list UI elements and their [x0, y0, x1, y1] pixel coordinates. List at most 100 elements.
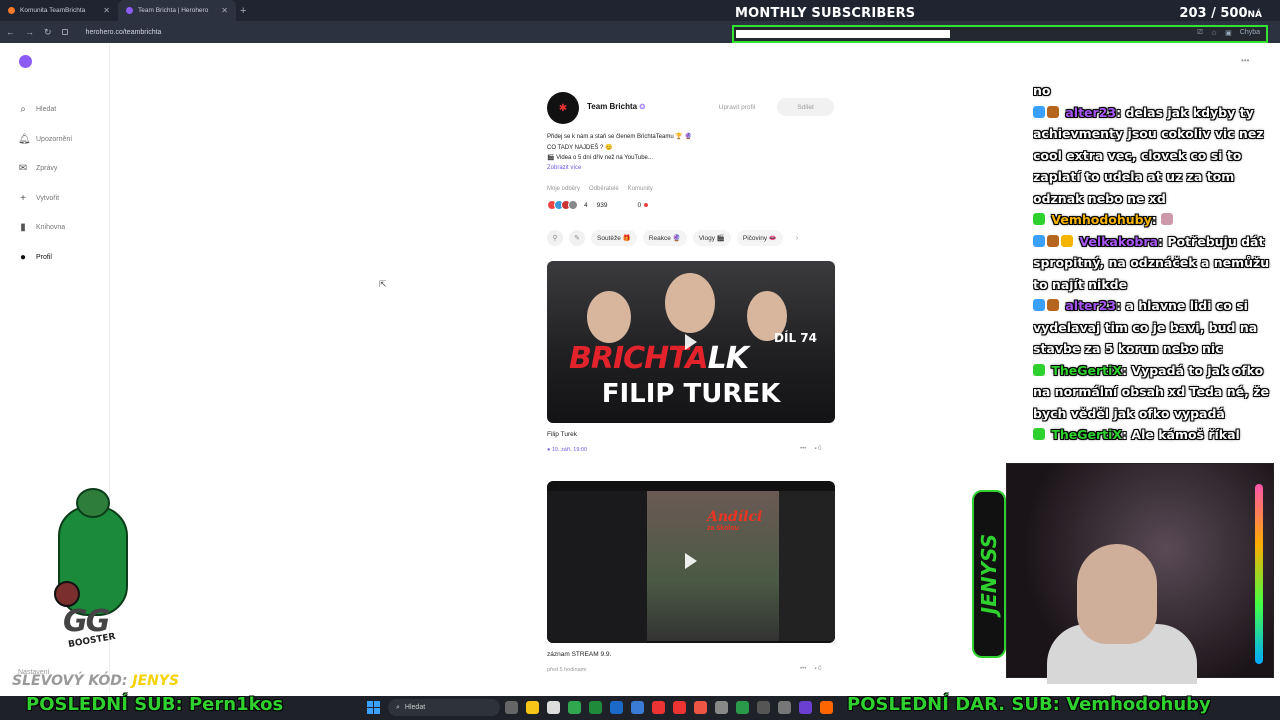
- post-date: před 5 hodinami: [547, 667, 587, 673]
- app-icon[interactable]: [799, 701, 812, 714]
- new-tab-icon[interactable]: +: [240, 5, 246, 17]
- post-thumbnail[interactable]: BRICHTALK DÍL 74 FILIP TUREK: [547, 261, 835, 423]
- star-icon[interactable]: ☆: [1211, 29, 1217, 37]
- avatar[interactable]: ✱: [547, 92, 579, 124]
- sidebar-item-search[interactable]: ⌕ Hledat: [18, 95, 72, 125]
- subscriber-progress-fill: [736, 30, 950, 38]
- profile-name: Team Brichta ✪: [587, 102, 646, 111]
- tag-souteze[interactable]: Soutěže 🎁: [591, 230, 637, 246]
- thumbnail-subtitle: za školou: [707, 525, 739, 532]
- store-icon[interactable]: [547, 701, 560, 714]
- back-icon[interactable]: ←: [6, 27, 15, 37]
- opera-icon[interactable]: [652, 701, 665, 714]
- badge-icon: [1033, 428, 1045, 440]
- mouse-cursor-icon: ⇱: [379, 279, 387, 289]
- more-options-icon[interactable]: •••: [800, 446, 806, 452]
- sidebar-item-library[interactable]: ▮ Knihovna: [18, 213, 72, 243]
- bell-icon: 🔔︎: [18, 133, 31, 145]
- app-icon[interactable]: [757, 701, 770, 714]
- sidebar-item-profile[interactable]: ● Profil: [18, 243, 72, 273]
- windows-start-icon[interactable]: [367, 701, 380, 714]
- chat-username: Vemhodohuby: [1051, 212, 1152, 227]
- taskbar-search[interactable]: ⌕ Hledat: [388, 699, 500, 716]
- stats-values: 4 939 0: [547, 200, 649, 210]
- comment-icon[interactable]: ▪ 0: [814, 666, 821, 672]
- chat-text: :: [1151, 212, 1157, 227]
- bookmark-icon: ▮: [20, 222, 26, 234]
- episode-label: DÍL 74: [774, 331, 817, 345]
- forward-icon[interactable]: →: [25, 27, 34, 37]
- person-face: [587, 291, 631, 343]
- excel-icon[interactable]: [589, 701, 602, 714]
- app-icon[interactable]: [694, 701, 707, 714]
- extension-icon[interactable]: ▣: [1225, 29, 1232, 37]
- app-icon[interactable]: [715, 701, 728, 714]
- chrome-icon[interactable]: [568, 701, 581, 714]
- reload-icon[interactable]: ↻: [44, 27, 52, 38]
- task-view-icon[interactable]: [505, 701, 518, 714]
- browser-tab-komunita[interactable]: Komunita TeamBrichta ✕: [0, 0, 118, 21]
- favicon-icon: [126, 7, 133, 14]
- url-field[interactable]: herohero.co/teambrichta: [86, 29, 162, 36]
- sidebar-item-create[interactable]: + Vytvořit: [18, 184, 72, 214]
- chat-username: Velkakobra: [1079, 233, 1158, 249]
- edit-profile-button[interactable]: Upravit profil: [703, 98, 771, 116]
- app-icon[interactable]: [736, 701, 749, 714]
- stat-label-subscriptions[interactable]: Moje odběry: [547, 186, 580, 192]
- sidebar-item-label: Profil: [36, 253, 52, 261]
- badge-icon: [1033, 363, 1045, 376]
- post-thumbnail[interactable]: Andílci za školou: [547, 481, 835, 643]
- taskbar-apps: [505, 701, 833, 714]
- edit-icon[interactable]: ✎: [569, 230, 585, 246]
- subscriptions-count: 4: [584, 201, 588, 209]
- share-button[interactable]: Sdílet: [777, 98, 834, 116]
- sidebar-item-notifications[interactable]: 🔔︎ Upozornění: [18, 125, 72, 155]
- play-icon[interactable]: [685, 334, 697, 350]
- close-tab-icon[interactable]: ✕: [221, 6, 228, 15]
- post-actions: ••• ▪ 0: [800, 446, 821, 452]
- chat-username: TheGertiX: [1051, 362, 1123, 378]
- app-icon[interactable]: [820, 701, 833, 714]
- post-date: ● 10. září, 19:00: [547, 447, 588, 453]
- file-explorer-icon[interactable]: [526, 701, 539, 714]
- sidebar-item-label: Zprávy: [36, 165, 58, 173]
- screenshot-panel: [779, 491, 835, 641]
- error-label[interactable]: Chyba: [1240, 29, 1260, 37]
- filter-icon[interactable]: ⚲: [547, 230, 563, 246]
- browser-tab-team-brichta[interactable]: Team Brichta | Herohero ✕: [118, 0, 236, 21]
- post-title[interactable]: záznam STREAM 9.9.: [547, 651, 611, 658]
- close-tab-icon[interactable]: ✕: [103, 6, 110, 15]
- stat-label-followers[interactable]: Odběratelé: [589, 186, 619, 192]
- last-sub-ticker: POSLEDNÍ SUB: Pern1kos: [26, 694, 284, 715]
- streamer-face: [1077, 544, 1157, 644]
- site-info-icon[interactable]: [61, 29, 68, 35]
- steam-icon[interactable]: [610, 701, 623, 714]
- tag-reakce[interactable]: Reakce 🔮: [642, 230, 687, 246]
- app-icon[interactable]: [778, 701, 791, 714]
- tag-picoviny[interactable]: Pičoviny 👄: [736, 230, 783, 246]
- bio-line: Přidej se k nám a staň se členem Brichta…: [547, 134, 692, 140]
- badge-icon: [1047, 299, 1059, 311]
- badge-icon: [1061, 234, 1073, 247]
- post-title[interactable]: Filip Turek: [547, 431, 577, 438]
- tag-vlogy[interactable]: Vlogy 🎬: [692, 230, 731, 246]
- sidebar-item-messages[interactable]: ✉ Zprávy: [18, 154, 72, 184]
- cast-icon[interactable]: ⎚: [1197, 29, 1203, 37]
- more-options-icon[interactable]: •••: [800, 666, 806, 672]
- status-dot-icon: [644, 203, 649, 207]
- edge-icon[interactable]: [631, 701, 644, 714]
- play-icon[interactable]: [685, 553, 697, 569]
- stat-label-communities[interactable]: Komunity: [628, 186, 653, 192]
- more-options-icon[interactable]: •••: [1241, 56, 1249, 65]
- show-more-link[interactable]: Zobrazit více: [547, 165, 581, 171]
- mascot-head: [76, 488, 110, 518]
- comment-icon[interactable]: ▪ 0: [814, 446, 821, 452]
- discount-code: SLEVOVÝ KÓD: JENYS: [12, 673, 180, 689]
- badge-icon: [1033, 299, 1045, 311]
- bio-line: CO TADY NAJDEŠ ? 😊: [547, 144, 613, 151]
- app-icon[interactable]: [673, 701, 686, 714]
- subscriber-progress-bar: ⎚ ☆ ▣ Chyba: [732, 25, 1268, 43]
- herohero-logo[interactable]: [19, 55, 32, 68]
- chevron-right-icon[interactable]: ›: [789, 230, 805, 246]
- plus-icon: +: [20, 192, 26, 204]
